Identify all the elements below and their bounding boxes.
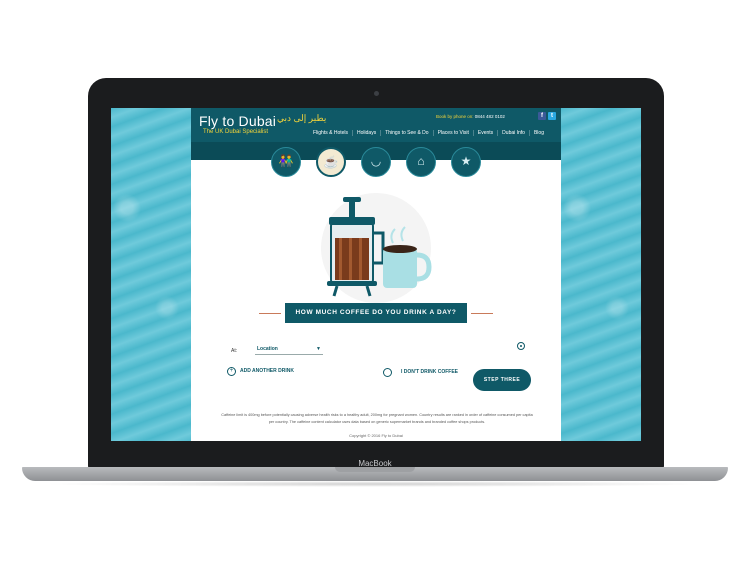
facebook-icon[interactable]: f <box>538 112 546 120</box>
site-header: Fly to Dubai يطير إلى دبي The UK Dubai S… <box>191 108 561 142</box>
twitter-icon[interactable]: t <box>548 112 556 120</box>
phone-number[interactable]: 0844 482 0102 <box>475 114 505 119</box>
nav-item-places[interactable]: Places to Visit <box>432 130 473 136</box>
phone-label: Book by phone on: <box>436 114 474 119</box>
step-cup-icon[interactable]: ◡ <box>361 147 391 177</box>
disclaimer-text: Caffeine limit is 400mg before potential… <box>221 413 533 424</box>
add-drink-link[interactable]: ADD ANOTHER DRINK <box>240 368 294 374</box>
question-banner: HOW MUCH COFFEE DO YOU DRINK A DAY? <box>285 303 467 323</box>
location-select[interactable]: Location ▼ <box>255 343 323 355</box>
location-select-value: Location <box>257 346 278 352</box>
water-background-left <box>111 108 191 441</box>
site-logo-title[interactable]: Fly to Dubai <box>199 113 276 129</box>
phone-info: Book by phone on: 0844 482 0102 <box>436 114 505 119</box>
water-background-right <box>561 108 641 441</box>
question-line-left <box>259 313 281 314</box>
laptop-notch <box>335 467 415 472</box>
site-logo-arabic: يطير إلى دبي <box>277 113 327 123</box>
question-line-right <box>471 313 493 314</box>
step-three-button[interactable]: STEP THREE <box>473 369 531 391</box>
step-person-icon[interactable]: 👫 <box>271 147 301 177</box>
laptop-frame: Fly to Dubai يطير إلى دبي The UK Dubai S… <box>88 78 664 470</box>
step-star-icon[interactable]: ★ <box>451 147 481 177</box>
coffee-illustration <box>321 193 432 303</box>
step-bottle-icon[interactable]: ⌂ <box>406 147 436 177</box>
laptop-base <box>22 467 728 481</box>
nav-item-things-to-see[interactable]: Things to See & Do <box>380 130 432 136</box>
nav-item-holidays[interactable]: Holidays <box>352 130 380 136</box>
nav-item-dubai-info[interactable]: Dubai Info <box>497 130 529 136</box>
step-coffee-glass-icon[interactable]: ☕ <box>316 147 346 177</box>
site-tagline: The UK Dubai Specialist <box>203 129 269 135</box>
chevron-down-icon: ▼ <box>316 346 321 352</box>
nav-item-events[interactable]: Events <box>472 130 497 136</box>
add-icon[interactable]: + <box>227 367 236 376</box>
no-coffee-label[interactable]: I DON'T DRINK COFFEE <box>401 369 458 375</box>
website: Fly to Dubai يطير إلى دبي The UK Dubai S… <box>191 108 561 441</box>
screen: Fly to Dubai يطير إلى دبي The UK Dubai S… <box>111 108 641 441</box>
nav-item-blog[interactable]: Blog <box>528 130 548 136</box>
camera-icon <box>374 91 379 96</box>
nav-item-flights-hotels[interactable]: Flights & Hotels <box>309 130 352 136</box>
location-label: At: <box>231 348 238 354</box>
remove-drink-radio[interactable] <box>517 342 525 350</box>
no-coffee-radio[interactable] <box>383 368 392 377</box>
copyright-text: Copyright © 2016 Fly to Dubai <box>349 433 403 438</box>
main-nav: Flights & Hotels Holidays Things to See … <box>309 130 548 136</box>
laptop-shadow <box>40 481 710 487</box>
